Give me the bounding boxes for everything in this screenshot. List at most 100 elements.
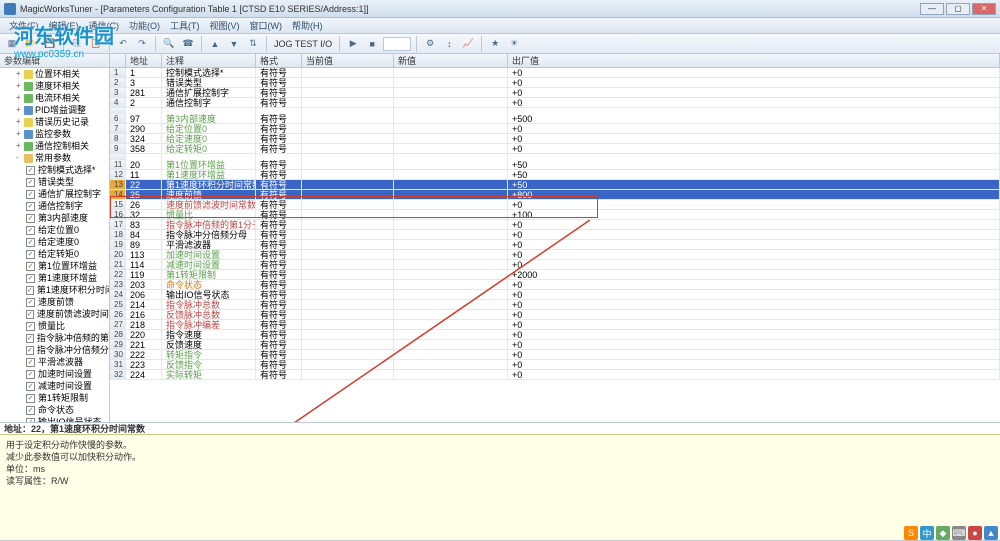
tree-param[interactable]: ✓减速时间设置 bbox=[0, 380, 109, 392]
tray-icon[interactable]: ⌨ bbox=[952, 526, 966, 540]
table-row[interactable]: 21114减速时间设置有符号+0 bbox=[110, 260, 1000, 270]
table-row[interactable]: 23错误类型有符号+0 bbox=[110, 78, 1000, 88]
col-new[interactable]: 新值 bbox=[394, 54, 508, 67]
tree-param[interactable]: ✓命令状态 bbox=[0, 404, 109, 416]
tb-tune-icon[interactable]: ↕ bbox=[441, 36, 457, 52]
table-row[interactable]: 24206输出IO信号状态有符号+0 bbox=[110, 290, 1000, 300]
table-row[interactable]: 25214指令脉冲总数有符号+0 bbox=[110, 300, 1000, 310]
tree-param[interactable]: ✓第1速度环积分时间... bbox=[0, 284, 109, 296]
table-row[interactable]: 3281通信扩展控制字有符号+0 bbox=[110, 88, 1000, 98]
tb-redo-icon[interactable]: ↷ bbox=[134, 36, 150, 52]
tb-value-input[interactable] bbox=[383, 37, 411, 51]
tb-paste-icon[interactable]: 📋 bbox=[88, 36, 104, 52]
tree-param[interactable]: ✓给定转矩0 bbox=[0, 248, 109, 260]
tree-param[interactable]: ✓输出IO信号状态 bbox=[0, 416, 109, 422]
minimize-button[interactable]: — bbox=[920, 3, 944, 15]
tree-param[interactable]: ✓惯量比 bbox=[0, 320, 109, 332]
table-row[interactable]: 23203命令状态有符号+0 bbox=[110, 280, 1000, 290]
tb-sun-icon[interactable]: ☀ bbox=[506, 36, 522, 52]
tb-compare-icon[interactable]: ⇅ bbox=[245, 36, 261, 52]
tray-icon[interactable]: 中 bbox=[920, 526, 934, 540]
menu-view[interactable]: 视图(V) bbox=[205, 18, 245, 33]
tb-play-icon[interactable]: ▶ bbox=[345, 36, 361, 52]
tree-param[interactable]: ✓通信控制字 bbox=[0, 200, 109, 212]
menu-tool[interactable]: 工具(T) bbox=[165, 18, 205, 33]
tb-stop-icon[interactable]: ■ bbox=[364, 36, 380, 52]
tree-group[interactable]: +电流环相关 bbox=[0, 92, 109, 104]
table-row[interactable]: 7290给定位置0有符号+0 bbox=[110, 124, 1000, 134]
tray-icon[interactable]: ▲ bbox=[984, 526, 998, 540]
table-row[interactable]: 29221反馈速度有符号+0 bbox=[110, 340, 1000, 350]
table-row[interactable]: 20113加速时间设置有符号+0 bbox=[110, 250, 1000, 260]
tree-group[interactable]: +PID增益调整 bbox=[0, 104, 109, 116]
table-row[interactable]: 30222转矩指令有符号+0 bbox=[110, 350, 1000, 360]
tray-icon[interactable]: ◆ bbox=[936, 526, 950, 540]
tb-new-icon[interactable]: ▦ bbox=[4, 36, 20, 52]
col-cur[interactable]: 当前值 bbox=[302, 54, 394, 67]
tree-param[interactable]: ✓通信扩展控制字 bbox=[0, 188, 109, 200]
tree-param[interactable]: ✓错误类型 bbox=[0, 176, 109, 188]
close-button[interactable]: ✕ bbox=[972, 3, 996, 15]
table-row[interactable]: 8324给定速度0有符号+0 bbox=[110, 134, 1000, 144]
tb-download-icon[interactable]: ▼ bbox=[226, 36, 242, 52]
menu-comm[interactable]: 通信(C) bbox=[84, 18, 125, 33]
tb-star-icon[interactable]: ★ bbox=[487, 36, 503, 52]
col-addr[interactable]: 地址 bbox=[126, 54, 162, 67]
table-row[interactable]: 26216反馈脉冲总数有符号+0 bbox=[110, 310, 1000, 320]
col-fmt[interactable]: 格式 bbox=[256, 54, 302, 67]
tb-save-icon[interactable]: 💾 bbox=[42, 36, 58, 52]
tree-param[interactable]: ✓给定位置0 bbox=[0, 224, 109, 236]
tree-param[interactable]: ✓指令脉冲倍频的第1... bbox=[0, 332, 109, 344]
tree-group[interactable]: +通信控制相关 bbox=[0, 140, 109, 152]
tree-param[interactable]: ✓控制模式选择* bbox=[0, 164, 109, 176]
table-row[interactable]: 1783指令脉冲倍频的第1分子有符号+0 bbox=[110, 220, 1000, 230]
col-note[interactable]: 注释 bbox=[162, 54, 256, 67]
tb-chart-icon[interactable]: 📈 bbox=[460, 36, 476, 52]
tree-group[interactable]: +监控参数 bbox=[0, 128, 109, 140]
tray-icon[interactable]: ● bbox=[968, 526, 982, 540]
menu-window[interactable]: 窗口(W) bbox=[245, 18, 288, 33]
tree-param[interactable]: ✓给定速度0 bbox=[0, 236, 109, 248]
table-row[interactable]: 1425速度前馈有符号+800 bbox=[110, 190, 1000, 200]
tree-group[interactable]: +错误历史记录 bbox=[0, 116, 109, 128]
table-row[interactable]: 1211第1速度环增益有符号+50 bbox=[110, 170, 1000, 180]
menu-edit[interactable]: 编辑(E) bbox=[44, 18, 84, 33]
col-fac[interactable]: 出厂值 bbox=[508, 54, 1000, 67]
table-row[interactable]: 1526速度前馈滤波时间常数有符号+0 bbox=[110, 200, 1000, 210]
tb-upload-icon[interactable]: ▲ bbox=[207, 36, 223, 52]
tree-param[interactable]: ✓平滑滤波器 bbox=[0, 356, 109, 368]
tree-param[interactable]: ✓速度前馈 bbox=[0, 296, 109, 308]
tree-group[interactable]: -常用参数 bbox=[0, 152, 109, 164]
menu-help[interactable]: 帮助(H) bbox=[287, 18, 328, 33]
menu-file[interactable]: 文件(F) bbox=[4, 18, 44, 33]
tree-param[interactable]: ✓指令脉冲分倍频分母 bbox=[0, 344, 109, 356]
tree-group[interactable]: +位置环相关 bbox=[0, 68, 109, 80]
table-row[interactable]: 28220指令速度有符号+0 bbox=[110, 330, 1000, 340]
table-row[interactable]: 1884指令脉冲分倍频分母有符号+0 bbox=[110, 230, 1000, 240]
table-row[interactable]: 1632惯量比有符号+100 bbox=[110, 210, 1000, 220]
table-row[interactable]: 22119第1转矩限制有符号+2000 bbox=[110, 270, 1000, 280]
tree-param[interactable]: ✓第1转矩限制 bbox=[0, 392, 109, 404]
maximize-button[interactable]: ▢ bbox=[946, 3, 970, 15]
tb-config-icon[interactable]: ⚙ bbox=[422, 36, 438, 52]
tb-copy-icon[interactable]: ⎘ bbox=[69, 36, 85, 52]
tb-search-icon[interactable]: 🔍 bbox=[161, 36, 177, 52]
tree-param[interactable]: ✓第1速度环增益 bbox=[0, 272, 109, 284]
table-row[interactable]: 1120第1位置环增益有符号+50 bbox=[110, 160, 1000, 170]
table-row[interactable]: 31223反馈指令有符号+0 bbox=[110, 360, 1000, 370]
tb-open-icon[interactable]: 📂 bbox=[23, 36, 39, 52]
tree-param[interactable]: ✓速度前馈滤波时间... bbox=[0, 308, 109, 320]
table-row[interactable]: 42通信控制字有符号+0 bbox=[110, 98, 1000, 108]
menu-func[interactable]: 功能(O) bbox=[124, 18, 165, 33]
tb-comm-icon[interactable]: ☎ bbox=[180, 36, 196, 52]
table-row[interactable]: 697第3内部速度有符号+500 bbox=[110, 114, 1000, 124]
tray-icon[interactable]: S bbox=[904, 526, 918, 540]
table-row[interactable]: 32224实际转矩有符号+0 bbox=[110, 370, 1000, 380]
tree-group[interactable]: +速度环相关 bbox=[0, 80, 109, 92]
table-row[interactable]: 11控制模式选择*有符号+0 bbox=[110, 68, 1000, 78]
table-row[interactable]: 1322第1速度环积分时间常数有符号+50 bbox=[110, 180, 1000, 190]
tree-param[interactable]: ✓加速时间设置 bbox=[0, 368, 109, 380]
table-row[interactable]: 1989平滑滤波器有符号+0 bbox=[110, 240, 1000, 250]
table-row[interactable]: 9358给定转矩0有符号+0 bbox=[110, 144, 1000, 154]
tb-undo-icon[interactable]: ↶ bbox=[115, 36, 131, 52]
